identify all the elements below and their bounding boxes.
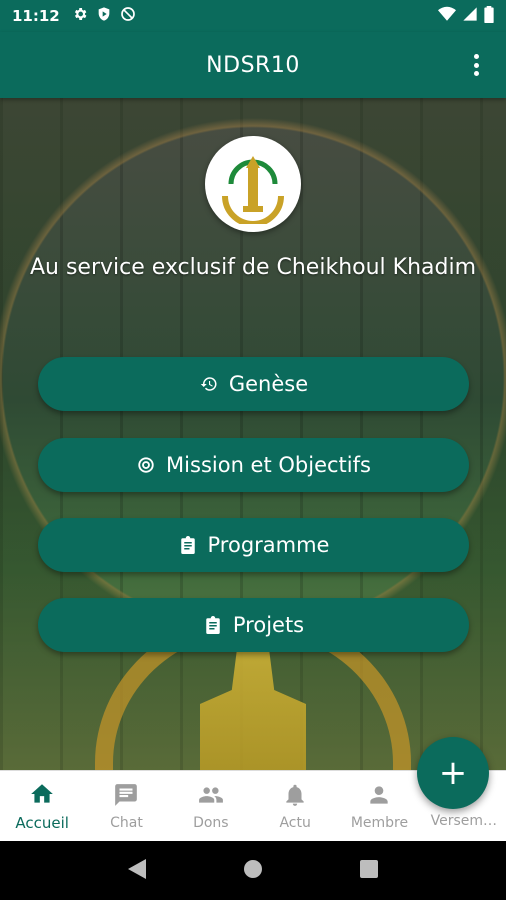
signal-icon (462, 6, 478, 26)
genese-label: Genèse (228, 372, 309, 396)
wifi-icon (438, 6, 456, 26)
nav-label: Accueil (15, 813, 69, 832)
bell-icon (282, 782, 308, 812)
add-fab-button[interactable]: + (417, 737, 489, 809)
home-content: Au service exclusif de Cheikhoul Khadim … (0, 98, 506, 770)
nav-item-chat[interactable]: Chat (84, 771, 168, 841)
status-bar: 11:12 (0, 0, 506, 32)
clipboard-icon (203, 615, 223, 635)
app-bar: NDSR10 (0, 32, 506, 98)
plus-icon: + (438, 753, 468, 793)
nav-label: Membre (350, 814, 409, 831)
history-icon (199, 374, 219, 394)
projets-button[interactable]: Projets (38, 598, 469, 652)
nav-label: Dons (193, 814, 229, 831)
programme-label: Programme (207, 533, 330, 557)
clipboard-icon (178, 535, 198, 555)
tagline: Au service exclusif de Cheikhoul Khadim (29, 255, 477, 280)
app-logo (205, 136, 301, 232)
nav-label: Actu (279, 814, 311, 831)
settings-icon (72, 6, 88, 26)
shield-play-icon (96, 6, 112, 26)
back-icon[interactable] (128, 858, 147, 883)
target-icon (136, 455, 156, 475)
person-icon (366, 782, 392, 812)
programme-button[interactable]: Programme (38, 518, 469, 572)
nav-item-accueil[interactable]: Accueil (0, 771, 84, 841)
chat-icon (113, 782, 139, 812)
nav-label: Versem… (430, 812, 497, 829)
mission-objectifs-button[interactable]: Mission et Objectifs (38, 438, 469, 492)
home-icon (29, 781, 55, 811)
nav-item-actu[interactable]: Actu (253, 771, 337, 841)
people-icon (198, 782, 224, 812)
projets-label: Projets (232, 613, 305, 637)
app-title: NDSR10 (206, 52, 300, 78)
genese-button[interactable]: Genèse (38, 357, 469, 411)
nav-label: Chat (110, 814, 143, 831)
mission-objectifs-label: Mission et Objectifs (166, 453, 371, 477)
overflow-menu-icon[interactable] (464, 51, 488, 79)
status-time: 11:12 (12, 7, 60, 25)
nav-item-dons[interactable]: Dons (169, 771, 253, 841)
system-navigation-bar (0, 841, 506, 900)
battery-icon (484, 5, 494, 27)
nav-item-membre[interactable]: Membre (337, 771, 421, 841)
no-data-icon (120, 6, 136, 26)
recents-icon[interactable] (359, 859, 378, 882)
home-circle-icon[interactable] (243, 859, 263, 883)
